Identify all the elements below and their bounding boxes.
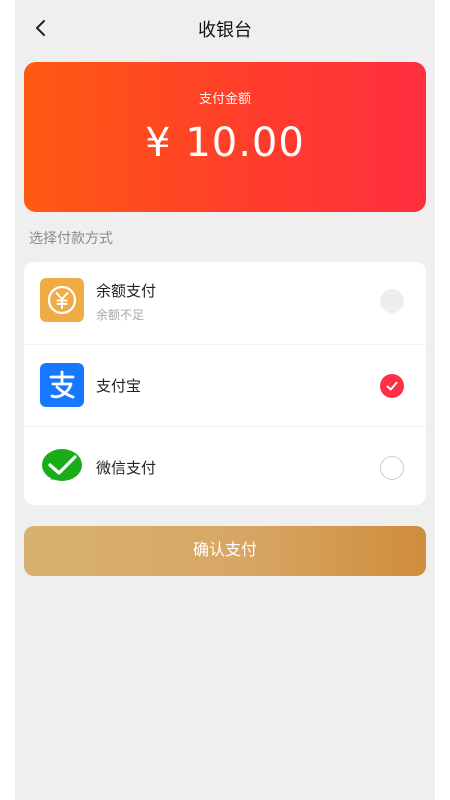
payment-method-section-title: 选择付款方式 bbox=[29, 231, 113, 247]
payment-method-list: 余额支付 余额不足 支付宝 微信支付 bbox=[24, 262, 426, 505]
page-title: 收银台 bbox=[198, 20, 252, 41]
amount-card: 支付金额 ¥ 10.00 bbox=[24, 62, 426, 212]
radio-alipay[interactable] bbox=[380, 374, 404, 398]
payment-method-name: 微信支付 bbox=[96, 459, 157, 477]
payment-method-wechat[interactable]: 微信支付 bbox=[24, 426, 426, 508]
alipay-icon bbox=[40, 363, 84, 407]
checkout-screen: 收银台 支付金额 ¥ 10.00 选择付款方式 余额支付 余额不足 支付宝 微信… bbox=[15, 0, 435, 800]
wechat-pay-icon bbox=[40, 445, 84, 489]
radio-balance[interactable] bbox=[380, 289, 404, 313]
amount-label: 支付金额 bbox=[198, 92, 251, 107]
yuan-coin-icon bbox=[40, 278, 84, 322]
payment-method-note: 余额不足 bbox=[96, 308, 145, 322]
payment-method-alipay[interactable]: 支付宝 bbox=[24, 344, 426, 426]
radio-wechat[interactable] bbox=[380, 456, 404, 480]
check-icon bbox=[386, 381, 398, 391]
amount-value: ¥ 10.00 bbox=[145, 120, 305, 166]
confirm-payment-button[interactable]: 确认支付 bbox=[24, 526, 426, 576]
payment-method-name: 余额支付 bbox=[96, 282, 157, 300]
header: 收银台 bbox=[15, 0, 435, 56]
payment-method-name: 支付宝 bbox=[96, 377, 142, 395]
payment-method-balance[interactable]: 余额支付 余额不足 bbox=[24, 262, 426, 344]
